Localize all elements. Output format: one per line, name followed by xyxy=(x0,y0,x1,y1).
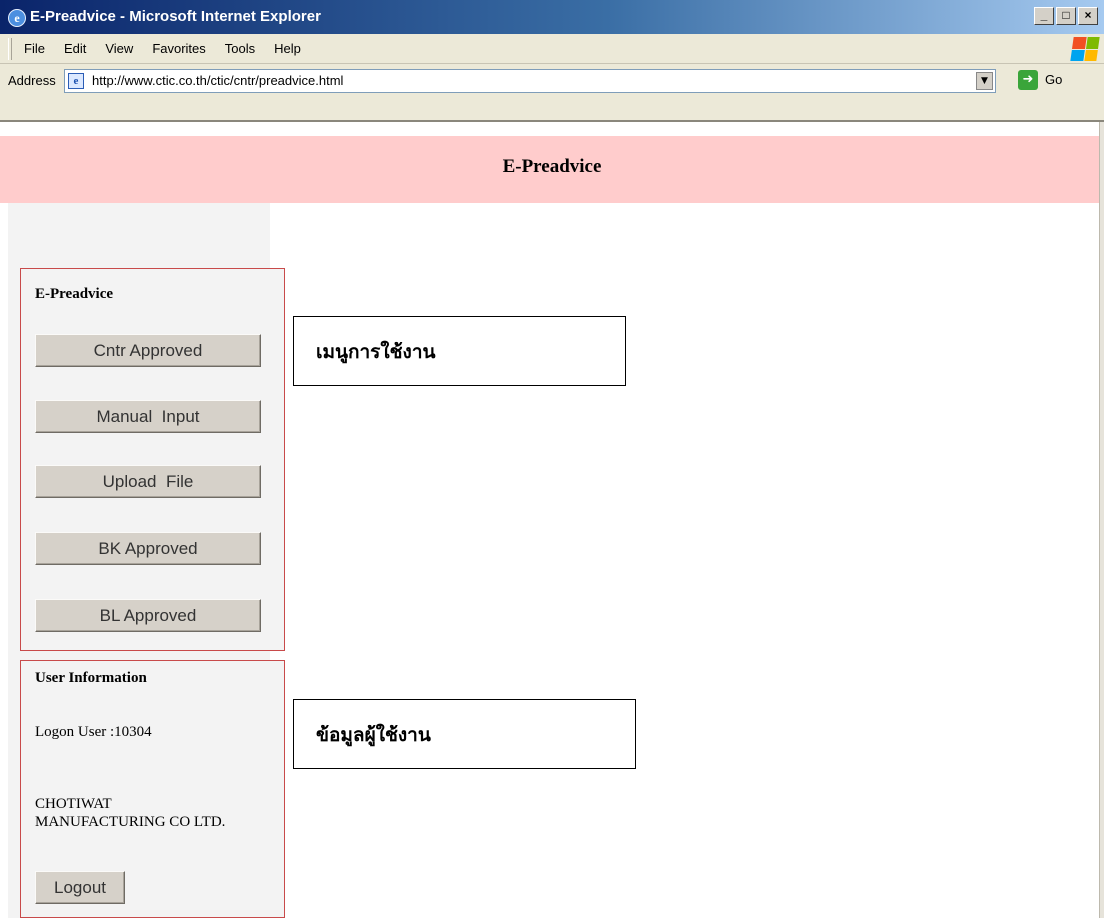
page-content: E-Preadvice E-Preadvice Cntr Approved Ma… xyxy=(0,122,1104,918)
address-bar: Address e http://www.ctic.co.th/ctic/cnt… xyxy=(0,64,1104,122)
maximize-button[interactable]: □ xyxy=(1056,7,1076,25)
bk-approved-button[interactable]: BK Approved xyxy=(35,532,261,565)
upload-file-button[interactable]: Upload File xyxy=(35,465,261,498)
window-right-edge xyxy=(1099,122,1104,918)
window-title: E-Preadvice - Microsoft Internet Explore… xyxy=(30,8,321,25)
toolbar-grip[interactable] xyxy=(8,38,12,60)
user-info-heading: User Information xyxy=(35,670,147,686)
menu-view[interactable]: View xyxy=(105,41,133,57)
windows-flag-icon xyxy=(1070,37,1100,61)
window-titlebar[interactable]: e E-Preadvice - Microsoft Internet Explo… xyxy=(0,0,1104,34)
menu-panel-heading: E-Preadvice xyxy=(35,286,114,302)
window-controls: _ □ × xyxy=(1034,7,1098,25)
menu-help[interactable]: Help xyxy=(274,41,301,57)
menu-callout: เมนูการใช้งาน xyxy=(293,316,626,386)
menu-items: File Edit View Favorites Tools Help xyxy=(24,41,320,57)
close-button[interactable]: × xyxy=(1078,7,1098,25)
user-info-callout-text: ข้อมูลผู้ใช้งาน xyxy=(316,724,431,746)
menu-panel: E-Preadvice Cntr Approved Manual Input U… xyxy=(20,268,285,651)
chevron-down-icon[interactable]: ▼ xyxy=(976,72,993,90)
manual-input-button[interactable]: Manual Input xyxy=(35,400,261,433)
address-input[interactable]: e http://www.ctic.co.th/ctic/cntr/preadv… xyxy=(64,69,996,93)
menu-callout-text: เมนูการใช้งาน xyxy=(316,341,436,363)
user-info-callout: ข้อมูลผู้ใช้งาน xyxy=(293,699,636,769)
user-info-panel: User Information Logon User :10304 CHOTI… xyxy=(20,660,285,918)
go-label[interactable]: Go xyxy=(1045,72,1062,88)
ie-page-icon: e xyxy=(68,73,84,89)
menu-tools[interactable]: Tools xyxy=(225,41,255,57)
address-url[interactable]: http://www.ctic.co.th/ctic/cntr/preadvic… xyxy=(92,73,343,89)
go-button[interactable]: ➜ Go xyxy=(1018,70,1062,90)
menu-edit[interactable]: Edit xyxy=(64,41,86,57)
menu-favorites[interactable]: Favorites xyxy=(152,41,205,57)
cntr-approved-button[interactable]: Cntr Approved xyxy=(35,334,261,367)
logon-user: Logon User :10304 xyxy=(35,724,152,740)
ie-icon: e xyxy=(8,9,26,27)
page-header: E-Preadvice xyxy=(0,136,1104,203)
page-title: E-Preadvice xyxy=(502,156,602,177)
menu-bar: File Edit View Favorites Tools Help xyxy=(0,34,1104,64)
minimize-button[interactable]: _ xyxy=(1034,7,1054,25)
menu-file[interactable]: File xyxy=(24,41,45,57)
bl-approved-button[interactable]: BL Approved xyxy=(35,599,261,632)
address-label: Address xyxy=(8,73,56,88)
company-name: CHOTIWAT MANUFACTURING CO LTD. xyxy=(35,796,226,830)
logout-button[interactable]: Logout xyxy=(35,871,125,904)
go-arrow-icon[interactable]: ➜ xyxy=(1018,70,1038,90)
